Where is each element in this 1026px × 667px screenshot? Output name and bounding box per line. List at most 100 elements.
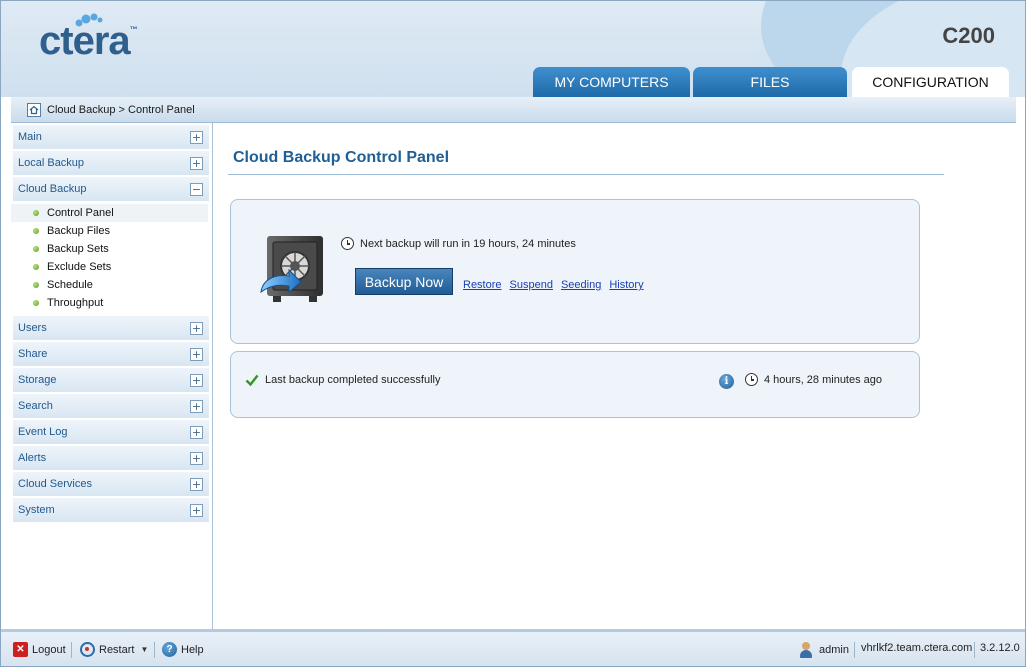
- expand-icon[interactable]: +: [190, 399, 203, 413]
- clock-icon: [745, 373, 758, 386]
- sidebar-item-control-panel[interactable]: Control Panel: [11, 204, 208, 222]
- logout-label: Logout: [32, 643, 66, 656]
- sidebar-item-label: Exclude Sets: [47, 261, 112, 273]
- divider: [974, 642, 975, 658]
- expand-icon[interactable]: +: [190, 321, 203, 335]
- check-icon: [245, 374, 259, 387]
- chevron-down-icon[interactable]: ▼: [140, 645, 148, 654]
- page-title: Cloud Backup Control Panel: [233, 149, 450, 166]
- sidebar-item-backup-sets[interactable]: Backup Sets: [11, 240, 212, 258]
- expand-icon[interactable]: +: [190, 347, 203, 361]
- info-icon[interactable]: i: [719, 374, 734, 389]
- sidebar-section-label: Storage: [18, 374, 57, 386]
- sidebar-section-label: Local Backup: [18, 157, 85, 169]
- expand-icon[interactable]: +: [190, 477, 203, 491]
- expand-icon[interactable]: +: [190, 130, 203, 144]
- sidebar-section-local-backup[interactable]: Local Backup +: [13, 151, 209, 175]
- sidebar-section-share[interactable]: Share +: [13, 342, 209, 366]
- restart-icon: [80, 642, 95, 657]
- sidebar-section-cloud-backup[interactable]: Cloud Backup −: [13, 177, 209, 201]
- collapse-icon[interactable]: −: [190, 182, 203, 196]
- expand-icon[interactable]: +: [190, 156, 203, 170]
- sidebar-section-event-log[interactable]: Event Log +: [13, 420, 209, 444]
- logout-button[interactable]: ✕ Logout: [13, 642, 66, 657]
- sidebar-section-search[interactable]: Search +: [13, 394, 209, 418]
- expand-icon[interactable]: +: [190, 451, 203, 465]
- sidebar-section-label: Search: [18, 400, 53, 412]
- user-name: admin: [819, 644, 849, 656]
- expand-icon[interactable]: +: [190, 425, 203, 439]
- sidebar-section-label: Share: [18, 348, 48, 360]
- suspend-link[interactable]: Suspend: [510, 279, 553, 291]
- restart-button[interactable]: Restart ▼: [80, 642, 148, 657]
- next-backup-text: Next backup will run in 19 hours, 24 min…: [360, 237, 576, 250]
- breadcrumb: Cloud Backup > Control Panel: [11, 97, 1016, 123]
- sidebar-section-label: Main: [18, 131, 42, 143]
- expand-icon[interactable]: +: [190, 503, 203, 517]
- sidebar-section-system[interactable]: System +: [13, 498, 209, 522]
- bullet-icon: [33, 210, 39, 216]
- sidebar-section-label: Users: [18, 322, 47, 334]
- host-name: vhrlkf2.team.ctera.com: [861, 642, 973, 654]
- sidebar-item-label: Backup Sets: [47, 243, 109, 255]
- divider: [71, 642, 72, 658]
- backup-safe-icon: [260, 236, 323, 302]
- status-footer: ✕ Logout Restart ▼ ? Help admin vhrlkf2.…: [1, 629, 1025, 666]
- sidebar-section-storage[interactable]: Storage +: [13, 368, 209, 392]
- divider: [228, 174, 944, 175]
- firmware-version: 3.2.12.0: [980, 642, 1020, 654]
- tab-my-computers[interactable]: MY COMPUTERS: [533, 67, 690, 97]
- divider: [854, 642, 855, 658]
- sidebar-item-label: Throughput: [47, 297, 104, 309]
- backup-action-links: Restore Suspend Seeding History: [463, 279, 652, 291]
- tab-files[interactable]: FILES: [693, 67, 847, 97]
- bullet-icon: [33, 282, 39, 288]
- bullet-icon: [33, 228, 39, 234]
- logout-icon: ✕: [13, 642, 28, 657]
- cloud-backup-items: Control Panel Backup Files Backup Sets E…: [11, 203, 212, 314]
- sidebar-section-label: System: [18, 504, 55, 516]
- backup-control-panel: Next backup will run in 19 hours, 24 min…: [230, 199, 920, 344]
- restart-label: Restart: [99, 643, 135, 656]
- restore-link[interactable]: Restore: [463, 279, 502, 291]
- help-button[interactable]: ? Help: [162, 642, 204, 657]
- sidebar-section-label: Cloud Backup: [18, 183, 87, 195]
- sidebar-section-users[interactable]: Users +: [13, 316, 209, 340]
- current-user: admin: [799, 642, 849, 658]
- sidebar: Main + Local Backup + Cloud Backup − Con…: [11, 123, 213, 629]
- user-icon: [799, 642, 813, 658]
- last-backup-time: 4 hours, 28 minutes ago: [745, 373, 882, 386]
- last-backup-ago-text: 4 hours, 28 minutes ago: [764, 373, 883, 386]
- sidebar-section-label: Event Log: [18, 426, 68, 438]
- last-backup-status-panel: Last backup completed successfully i 4 h…: [230, 351, 920, 418]
- sidebar-item-throughput[interactable]: Throughput: [11, 294, 212, 312]
- bullet-icon: [33, 264, 39, 270]
- backup-now-button[interactable]: Backup Now: [355, 268, 453, 295]
- logo-cloud-icon: [75, 13, 103, 27]
- device-model: C200: [942, 23, 995, 48]
- last-backup-text: Last backup completed successfully: [265, 374, 441, 386]
- bullet-icon: [33, 246, 39, 252]
- home-icon[interactable]: [27, 102, 41, 117]
- last-backup-status: Last backup completed successfully: [245, 373, 440, 387]
- main-tabs: MY COMPUTERS FILES CONFIGURATION: [533, 67, 1012, 97]
- app-header: ctera™ C200 MY COMPUTERS FILES CONFIGURA…: [1, 1, 1025, 97]
- sidebar-section-label: Alerts: [18, 452, 47, 464]
- sidebar-item-label: Backup Files: [47, 225, 110, 237]
- sidebar-item-schedule[interactable]: Schedule: [11, 276, 212, 294]
- sidebar-item-backup-files[interactable]: Backup Files: [11, 222, 212, 240]
- sidebar-section-cloud-services[interactable]: Cloud Services +: [13, 472, 209, 496]
- tab-configuration[interactable]: CONFIGURATION: [852, 67, 1009, 97]
- main-content: Cloud Backup Control Panel Next backup w…: [214, 123, 1016, 629]
- sidebar-item-label: Control Panel: [47, 207, 114, 219]
- breadcrumb-text: Cloud Backup > Control Panel: [47, 103, 195, 116]
- sidebar-item-exclude-sets[interactable]: Exclude Sets: [11, 258, 212, 276]
- clock-icon: [341, 237, 354, 250]
- logo-trademark: ™: [129, 25, 138, 34]
- history-link[interactable]: History: [609, 279, 643, 291]
- sidebar-section-main[interactable]: Main +: [13, 125, 209, 149]
- sidebar-item-label: Schedule: [47, 279, 93, 291]
- seeding-link[interactable]: Seeding: [561, 279, 601, 291]
- expand-icon[interactable]: +: [190, 373, 203, 387]
- sidebar-section-alerts[interactable]: Alerts +: [13, 446, 209, 470]
